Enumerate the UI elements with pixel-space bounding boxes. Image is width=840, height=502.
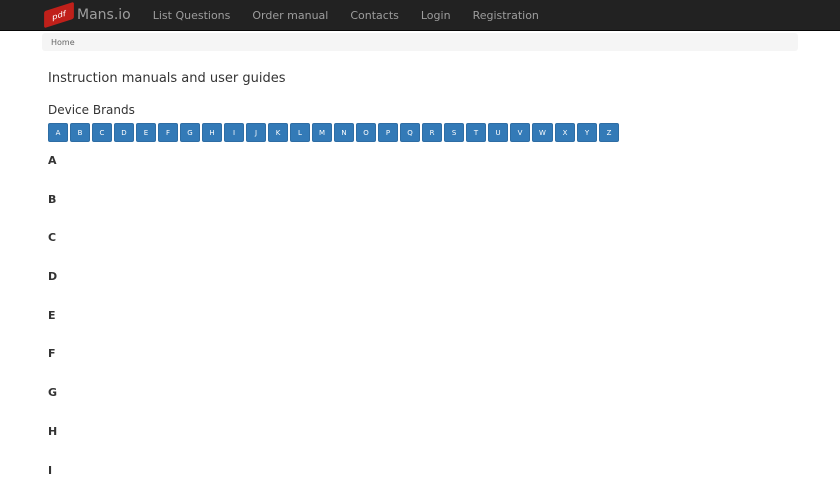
brand-name: Mans.io <box>77 7 131 23</box>
section-heading-A: A <box>48 154 840 193</box>
letter-button-K[interactable]: K <box>268 123 288 142</box>
section-heading-F: F <box>48 347 840 386</box>
letter-button-J[interactable]: J <box>246 123 266 142</box>
letter-button-D[interactable]: D <box>114 123 134 142</box>
letter-button-N[interactable]: N <box>334 123 354 142</box>
letter-button-T[interactable]: T <box>466 123 486 142</box>
letter-button-R[interactable]: R <box>422 123 442 142</box>
letter-button-Y[interactable]: Y <box>577 123 597 142</box>
letter-button-U[interactable]: U <box>488 123 508 142</box>
section-heading-C: C <box>48 231 840 270</box>
letter-filter: ABCDEFGHIJKLMNOPQRSTUVWXYZ <box>48 123 840 142</box>
letter-button-H[interactable]: H <box>202 123 222 142</box>
letter-button-L[interactable]: L <box>290 123 310 142</box>
letter-button-F[interactable]: F <box>158 123 178 142</box>
letter-button-X[interactable]: X <box>555 123 575 142</box>
nav-link-contacts[interactable]: Contacts <box>350 9 399 22</box>
letter-button-M[interactable]: M <box>312 123 332 142</box>
navbar: pdf Mans.io List Questions Order manual Co… <box>0 0 840 31</box>
letter-button-V[interactable]: V <box>510 123 530 142</box>
section-heading-D: D <box>48 270 840 309</box>
letter-button-E[interactable]: E <box>136 123 156 142</box>
section-heading-G: G <box>48 386 840 425</box>
letter-button-C[interactable]: C <box>92 123 112 142</box>
pdf-logo-icon: pdf <box>44 2 74 28</box>
letter-button-Z[interactable]: Z <box>599 123 619 142</box>
nav-link-registration[interactable]: Registration <box>473 9 539 22</box>
section-title: Device Brands <box>48 103 840 117</box>
section-heading-E: E <box>48 309 840 348</box>
nav-link-order-manual[interactable]: Order manual <box>252 9 328 22</box>
nav-link-login[interactable]: Login <box>421 9 451 22</box>
letter-button-I[interactable]: I <box>224 123 244 142</box>
breadcrumb-home[interactable]: Home <box>51 38 75 47</box>
letter-button-W[interactable]: W <box>532 123 553 142</box>
brand-link[interactable]: pdf Mans.io <box>45 6 131 24</box>
brand-sections: ABCDEFGHI <box>48 154 840 502</box>
breadcrumb: Home <box>42 33 798 51</box>
letter-button-Q[interactable]: Q <box>400 123 420 142</box>
letter-button-G[interactable]: G <box>180 123 200 142</box>
section-heading-B: B <box>48 193 840 232</box>
letter-button-S[interactable]: S <box>444 123 464 142</box>
section-heading-H: H <box>48 425 840 464</box>
page-title: Instruction manuals and user guides <box>48 71 840 86</box>
section-heading-I: I <box>48 464 840 502</box>
letter-button-A[interactable]: A <box>48 123 68 142</box>
letter-button-P[interactable]: P <box>378 123 398 142</box>
letter-button-O[interactable]: O <box>356 123 376 142</box>
letter-button-B[interactable]: B <box>70 123 90 142</box>
nav-link-list-questions[interactable]: List Questions <box>153 9 231 22</box>
